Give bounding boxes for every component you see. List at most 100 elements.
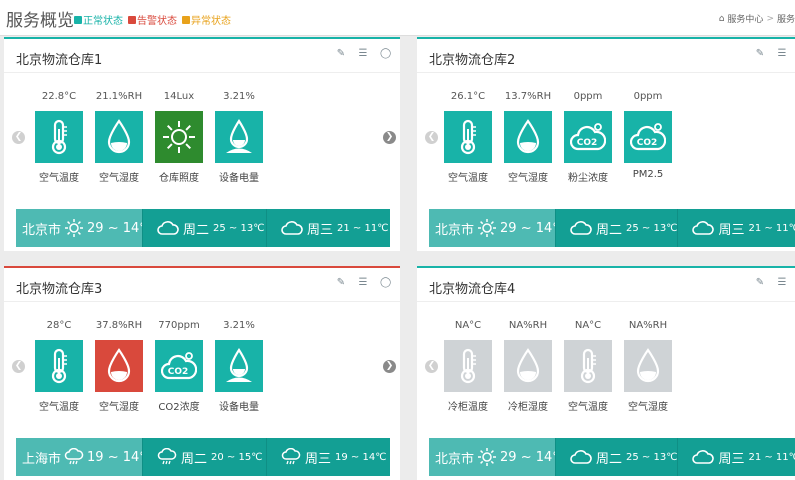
weather-day-2: 周三 21 ~ 11℃	[266, 209, 390, 247]
sensor-item[interactable]: 0ppm CO2 粉尘浓度	[563, 91, 613, 184]
weather-strip: 上海市 19 ~ 14℃ 周二 20 ~ 15℃ 周三 19 ~ 14℃	[16, 438, 400, 476]
breadcrumb-current: 服务	[776, 15, 795, 25]
sensor-item[interactable]: 28°C 空气温度	[34, 320, 84, 413]
day-name: 周三	[307, 222, 334, 238]
sensor-row: 26.1°C 空气温度 13.7%RH 空气湿度 0ppm CO2 粉尘浓度 0ppm CO2 P…	[417, 91, 795, 191]
next-arrow-icon[interactable]: ❯	[383, 360, 396, 373]
edit-icon[interactable]: ✎	[336, 49, 346, 59]
sensor-label: CO2浓度	[158, 402, 200, 413]
legend-normal: 正常状态	[74, 12, 123, 27]
delete-icon[interactable]: ◯	[380, 278, 391, 288]
sensor-item[interactable]: 3.21% 设备电量	[214, 91, 264, 184]
sensor-item[interactable]: 770ppm CO2 CO2浓度	[154, 320, 204, 413]
sun-icon	[477, 447, 497, 467]
day-name: 周二	[181, 451, 208, 467]
weather-day-2: 周三 21 ~ 11℃	[677, 438, 795, 476]
sensor-item[interactable]: 37.8%RH 空气湿度	[94, 320, 144, 413]
sensor-item[interactable]: NA%RH 冷柜湿度	[503, 320, 553, 413]
cloud-icon	[157, 220, 179, 236]
list-icon[interactable]: ☰	[358, 49, 368, 59]
sensor-item[interactable]: NA°C 空气温度	[563, 320, 613, 413]
card-tools: ✎ ☰	[755, 49, 787, 59]
rain-cloud-icon	[157, 448, 177, 466]
sensor-value: NA%RH	[628, 320, 668, 331]
delete-icon[interactable]: ◯	[380, 49, 391, 59]
breadcrumb-link-service-center[interactable]: 服务中心	[727, 12, 763, 25]
top-header: 服务概览 正常状态 告警状态 异常状态 ⌂ 服务中心 > 服务	[0, 0, 795, 36]
co2-icon: CO2	[564, 111, 612, 163]
sensor-value: 21.1%RH	[95, 91, 143, 102]
day-name: 周三	[718, 222, 745, 238]
list-icon[interactable]: ☰	[777, 278, 787, 288]
sensor-item[interactable]: 14Lux 仓库照度	[154, 91, 204, 184]
sensor-item[interactable]: 26.1°C 空气温度	[443, 91, 493, 184]
day-name: 周二	[596, 222, 623, 238]
next-arrow-icon[interactable]: ❯	[383, 131, 396, 144]
sun-icon	[155, 111, 203, 163]
prev-arrow-icon[interactable]: ❮	[12, 360, 25, 373]
edit-icon[interactable]: ✎	[755, 278, 765, 288]
svg-text:CO2: CO2	[168, 367, 189, 377]
thermometer-icon	[564, 340, 612, 392]
list-icon[interactable]: ☰	[358, 278, 368, 288]
prev-arrow-icon[interactable]: ❮	[425, 360, 438, 373]
sensor-item[interactable]: 13.7%RH 空气湿度	[503, 91, 553, 184]
sensor-row: 28°C 空气温度 37.8%RH 空气湿度 770ppm CO2 CO2浓度 3.21% 设备…	[4, 320, 400, 420]
legend-abnormal: 异常状态	[182, 12, 231, 27]
sensor-value: 37.8%RH	[95, 320, 143, 331]
svg-text:CO2: CO2	[637, 138, 658, 148]
sensor-label: 空气温度	[39, 173, 79, 184]
card-title: 北京物流仓库1	[16, 53, 103, 68]
status-legend: 正常状态 告警状态 异常状态	[74, 12, 231, 27]
warehouse-card: 北京物流仓库4 ✎ ☰ NA°C 冷柜温度 NA%RH 冷柜湿度 NA°C 空气温度 NA%RH 空…	[417, 266, 795, 480]
sensor-item[interactable]: NA°C 冷柜温度	[443, 320, 493, 413]
thermometer-icon	[444, 340, 492, 392]
cloud-icon	[692, 220, 715, 236]
prev-arrow-icon[interactable]: ❮	[425, 131, 438, 144]
sensor-label: 空气湿度	[508, 173, 548, 184]
rain-cloud-icon	[64, 448, 84, 466]
sensor-label: 设备电量	[219, 402, 259, 413]
day-temp: 25 ~ 13℃	[626, 451, 678, 463]
breadcrumb: ⌂ 服务中心 > 服务	[718, 12, 795, 26]
day-temp: 21 ~ 11℃	[748, 451, 795, 463]
weather-day-1: 周二 20 ~ 15℃	[142, 438, 266, 476]
weather-today: 北京市 29 ~ 14℃	[429, 438, 567, 476]
cloud-icon	[692, 449, 715, 465]
co2-icon: CO2	[155, 340, 203, 392]
weather-strip: 北京市 29 ~ 14℃ 周二 25 ~ 13℃ 周三 21 ~ 11℃	[16, 209, 400, 247]
edit-icon[interactable]: ✎	[336, 278, 346, 288]
list-icon[interactable]: ☰	[777, 49, 787, 59]
sensor-label: 仓库照度	[159, 173, 199, 184]
sensor-value: 770ppm	[158, 320, 200, 331]
weather-today: 北京市 29 ~ 14℃	[16, 209, 154, 247]
sun-icon	[64, 218, 84, 238]
thermometer-icon	[444, 111, 492, 163]
co2-icon: CO2	[624, 111, 672, 163]
sensor-label: 空气温度	[448, 173, 488, 184]
weather-today: 上海市 19 ~ 14℃	[16, 438, 154, 476]
warehouse-card: 北京物流仓库2 ✎ ☰ 26.1°C 空气温度 13.7%RH 空气湿度 0ppm CO2 粉尘浓…	[417, 37, 795, 251]
sensor-value: 22.8°C	[41, 91, 77, 102]
sensor-item[interactable]: 0ppm CO2 PM2.5	[623, 91, 673, 180]
card-divider	[4, 301, 400, 302]
sensor-item[interactable]: NA%RH 空气湿度	[623, 320, 673, 413]
sensor-label: PM2.5	[632, 169, 664, 180]
page-title: 服务概览	[6, 11, 74, 31]
card-title: 北京物流仓库2	[429, 53, 516, 68]
sensor-item[interactable]: 3.21% 设备电量	[214, 320, 264, 413]
sensor-item[interactable]: 21.1%RH 空气湿度	[94, 91, 144, 184]
city-name: 北京市	[435, 451, 475, 467]
day-temp: 21 ~ 11℃	[748, 222, 795, 234]
sensor-value: 13.7%RH	[504, 91, 552, 102]
sensor-row: 22.8°C 空气温度 21.1%RH 空气湿度 14Lux 仓库照度 3.21% 设备电量	[4, 91, 400, 191]
cloud-icon	[570, 220, 592, 236]
warehouse-card: 北京物流仓库1 ✎ ☰ ◯ 22.8°C 空气温度 21.1%RH 空气湿度 14Lux 仓库照度…	[4, 37, 400, 251]
weather-day-1: 周二 25 ~ 13℃	[142, 209, 266, 247]
home-icon: ⌂	[718, 13, 725, 24]
day-temp: 21 ~ 11℃	[337, 222, 389, 234]
prev-arrow-icon[interactable]: ❮	[12, 131, 25, 144]
card-divider	[417, 72, 795, 73]
sensor-item[interactable]: 22.8°C 空气温度	[34, 91, 84, 184]
edit-icon[interactable]: ✎	[755, 49, 765, 59]
